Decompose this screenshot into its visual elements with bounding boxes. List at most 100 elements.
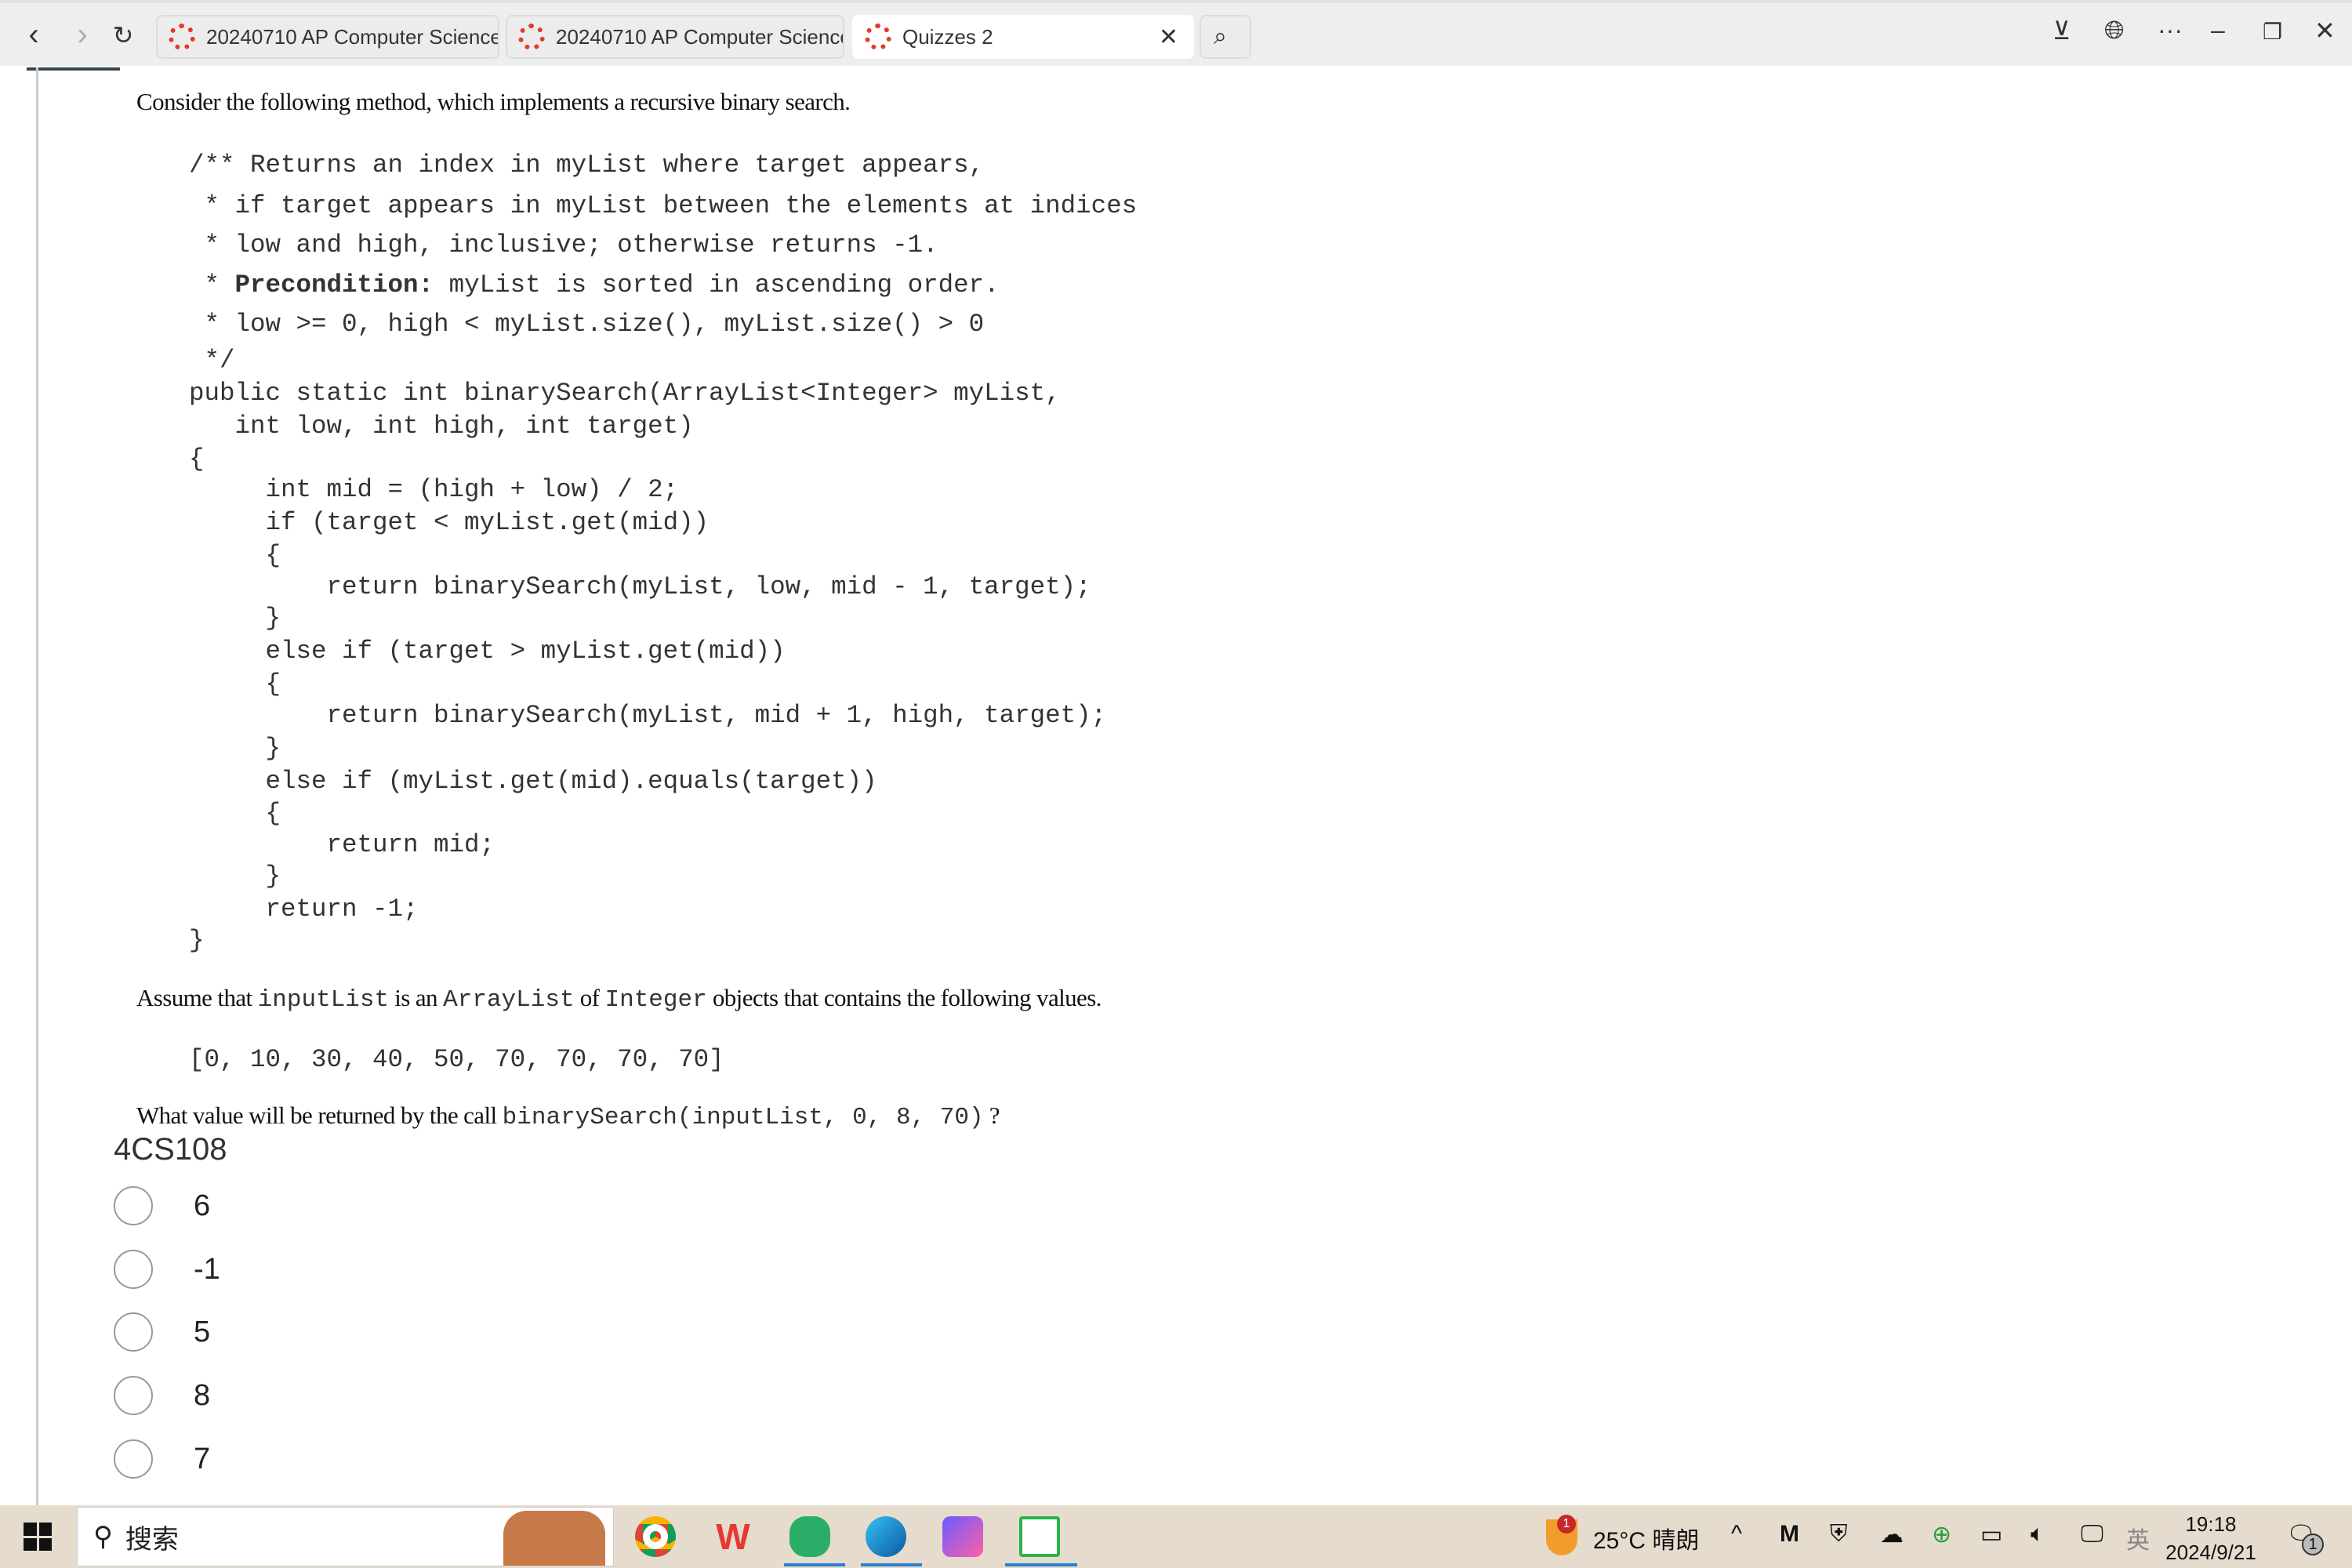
volume-icon[interactable]: 🔈︎	[2031, 1521, 2045, 1548]
question-intro: Consider the following method, which imp…	[136, 88, 851, 115]
more-icon[interactable]: ···	[2158, 16, 2183, 45]
refresh-icon[interactable]: ↻	[103, 20, 143, 50]
code-line: /** Returns an index in myList where tar…	[189, 151, 985, 180]
search-tabs-icon[interactable]: ⌕	[1200, 15, 1251, 59]
green-plus-icon[interactable]: ⊕	[1932, 1521, 1951, 1548]
wechat-icon[interactable]	[789, 1516, 830, 1557]
app-icon[interactable]	[942, 1516, 983, 1557]
code-line: }	[189, 604, 281, 633]
taskbar-search[interactable]: ⚲ 搜索	[77, 1507, 614, 1566]
text: of	[574, 984, 605, 1011]
code-inline: ArrayList	[443, 986, 575, 1014]
download-icon[interactable]: ⊻	[2053, 16, 2071, 45]
answer-option[interactable]: 7	[114, 1438, 210, 1480]
code-line: public static int binarySearch(ArrayList…	[189, 379, 1061, 408]
question-ask: What value will be returned by the call …	[136, 1102, 1000, 1131]
weather-badge: 1	[1557, 1515, 1576, 1534]
text: *	[189, 270, 235, 299]
restore-icon[interactable]: ❐	[2263, 19, 2282, 45]
values-list: [0, 10, 30, 40, 50, 70, 70, 70, 70]	[189, 1045, 724, 1074]
globe-icon[interactable]: 🌐︎	[2104, 16, 2125, 45]
close-tab-icon[interactable]: ✕	[1159, 24, 1178, 51]
edge-icon[interactable]	[866, 1516, 906, 1557]
text: objects that contains the following valu…	[706, 984, 1102, 1011]
option-label: 5	[194, 1315, 211, 1348]
code-line: * low and high, inclusive; otherwise ret…	[189, 230, 938, 260]
option-label: -1	[194, 1252, 220, 1286]
chevron-up-icon[interactable]: ^	[1731, 1521, 1742, 1548]
code-inline: Integer	[604, 986, 707, 1014]
chrome-icon[interactable]	[635, 1516, 676, 1557]
code-line: {	[189, 799, 281, 828]
answer-option[interactable]: -1	[114, 1248, 220, 1290]
code-line: return -1;	[189, 895, 419, 924]
clock[interactable]: 19:18 2024/9/21	[2164, 1510, 2258, 1566]
code-line: else if (target > myList.get(mid))	[189, 637, 786, 666]
radio-button[interactable]	[114, 1186, 153, 1225]
windows-icon	[24, 1523, 52, 1551]
forward-icon[interactable]: ›	[63, 17, 102, 53]
option-label: 7	[194, 1442, 211, 1475]
minimize-icon[interactable]: –	[2211, 16, 2225, 45]
canvas-logo-icon	[518, 24, 545, 50]
code-line: {	[189, 445, 205, 474]
code-line: }	[189, 926, 205, 955]
notification-icon[interactable]: 🗨︎ 1	[2286, 1521, 2324, 1555]
code-line: * if target appears in myList between th…	[189, 191, 1138, 220]
code-line: * low >= 0, high < myList.size(), myList…	[189, 310, 985, 339]
battery-icon[interactable]: ▭	[1980, 1521, 2002, 1548]
wps-icon[interactable]: W	[713, 1516, 753, 1557]
back-icon[interactable]: ‹	[14, 17, 53, 53]
time: 19:18	[2185, 1512, 2237, 1536]
close-icon[interactable]: ✕	[2314, 16, 2336, 45]
radio-button[interactable]	[114, 1312, 153, 1352]
code-line: }	[189, 862, 281, 891]
radio-button[interactable]	[114, 1250, 153, 1289]
radio-button[interactable]	[114, 1439, 153, 1479]
question-id: 4CS108	[114, 1132, 227, 1167]
search-placeholder: 搜索	[125, 1524, 179, 1555]
code-line: * Precondition: myList is sorted in asce…	[189, 270, 1000, 299]
answer-option[interactable]: 8	[114, 1374, 210, 1417]
code-line: return binarySearch(myList, low, mid - 1…	[189, 572, 1091, 601]
text: What value will be returned by the call	[136, 1102, 503, 1129]
start-button[interactable]	[0, 1505, 75, 1568]
search-icon: ⚲	[93, 1522, 113, 1552]
remote-desktop-icon[interactable]	[1019, 1516, 1060, 1557]
text: myList is sorted in ascending order.	[434, 270, 1000, 299]
taskbar: ⚲ 搜索 W 1 25°C 晴朗 ^ M ⛨ ☁ ⊕ ▭ 🔈︎ 🖵︎ 英 19:1…	[0, 1505, 2352, 1568]
network-icon[interactable]: 🖵︎	[2081, 1521, 2103, 1548]
weather-text[interactable]: 25°C 晴朗	[1593, 1521, 1699, 1555]
code-line: return binarySearch(myList, mid + 1, hig…	[189, 701, 1107, 730]
tab-1[interactable]: 20240710 AP Computer Science	[156, 15, 499, 59]
answer-option[interactable]: 5	[114, 1311, 210, 1353]
option-label: 6	[194, 1189, 211, 1222]
text: Assume that	[136, 984, 258, 1011]
tab-2[interactable]: 20240710 AP Computer Science	[506, 15, 844, 59]
tab-3-active[interactable]: Quizzes 2 ✕	[852, 15, 1194, 59]
text: is an	[389, 984, 444, 1011]
code-line: return mid;	[189, 830, 495, 859]
cloud-sync-icon[interactable]: ☁	[1880, 1521, 1904, 1548]
code-inline: binarySearch(inputList, 0, 8, 70)	[502, 1104, 984, 1131]
security-shield-icon[interactable]: ⛨	[1830, 1521, 1848, 1548]
option-label: 8	[194, 1378, 211, 1412]
m-app-icon[interactable]: M	[1780, 1521, 1799, 1548]
canvas-logo-icon	[865, 24, 891, 50]
running-indicator	[861, 1563, 922, 1566]
code-line: */	[189, 346, 235, 375]
content-border	[36, 67, 38, 1505]
code-line: {	[189, 670, 281, 699]
code-line: }	[189, 734, 281, 763]
code-line: else if (myList.get(mid).equals(target))	[189, 767, 877, 796]
ime-indicator[interactable]: 英	[2126, 1521, 2150, 1555]
running-indicator	[784, 1563, 845, 1566]
tab-label: 20240710 AP Computer Science	[556, 24, 844, 49]
radio-button[interactable]	[114, 1376, 153, 1415]
code-line: if (target < myList.get(mid))	[189, 508, 710, 537]
weather-icon[interactable]: 1	[1546, 1515, 1577, 1555]
red-panda-icon	[503, 1511, 605, 1566]
code-line: {	[189, 541, 281, 570]
browser-toolbar: ‹ › ↻ 20240710 AP Computer Science 20240…	[0, 0, 2352, 71]
answer-option[interactable]: 6	[114, 1185, 210, 1227]
